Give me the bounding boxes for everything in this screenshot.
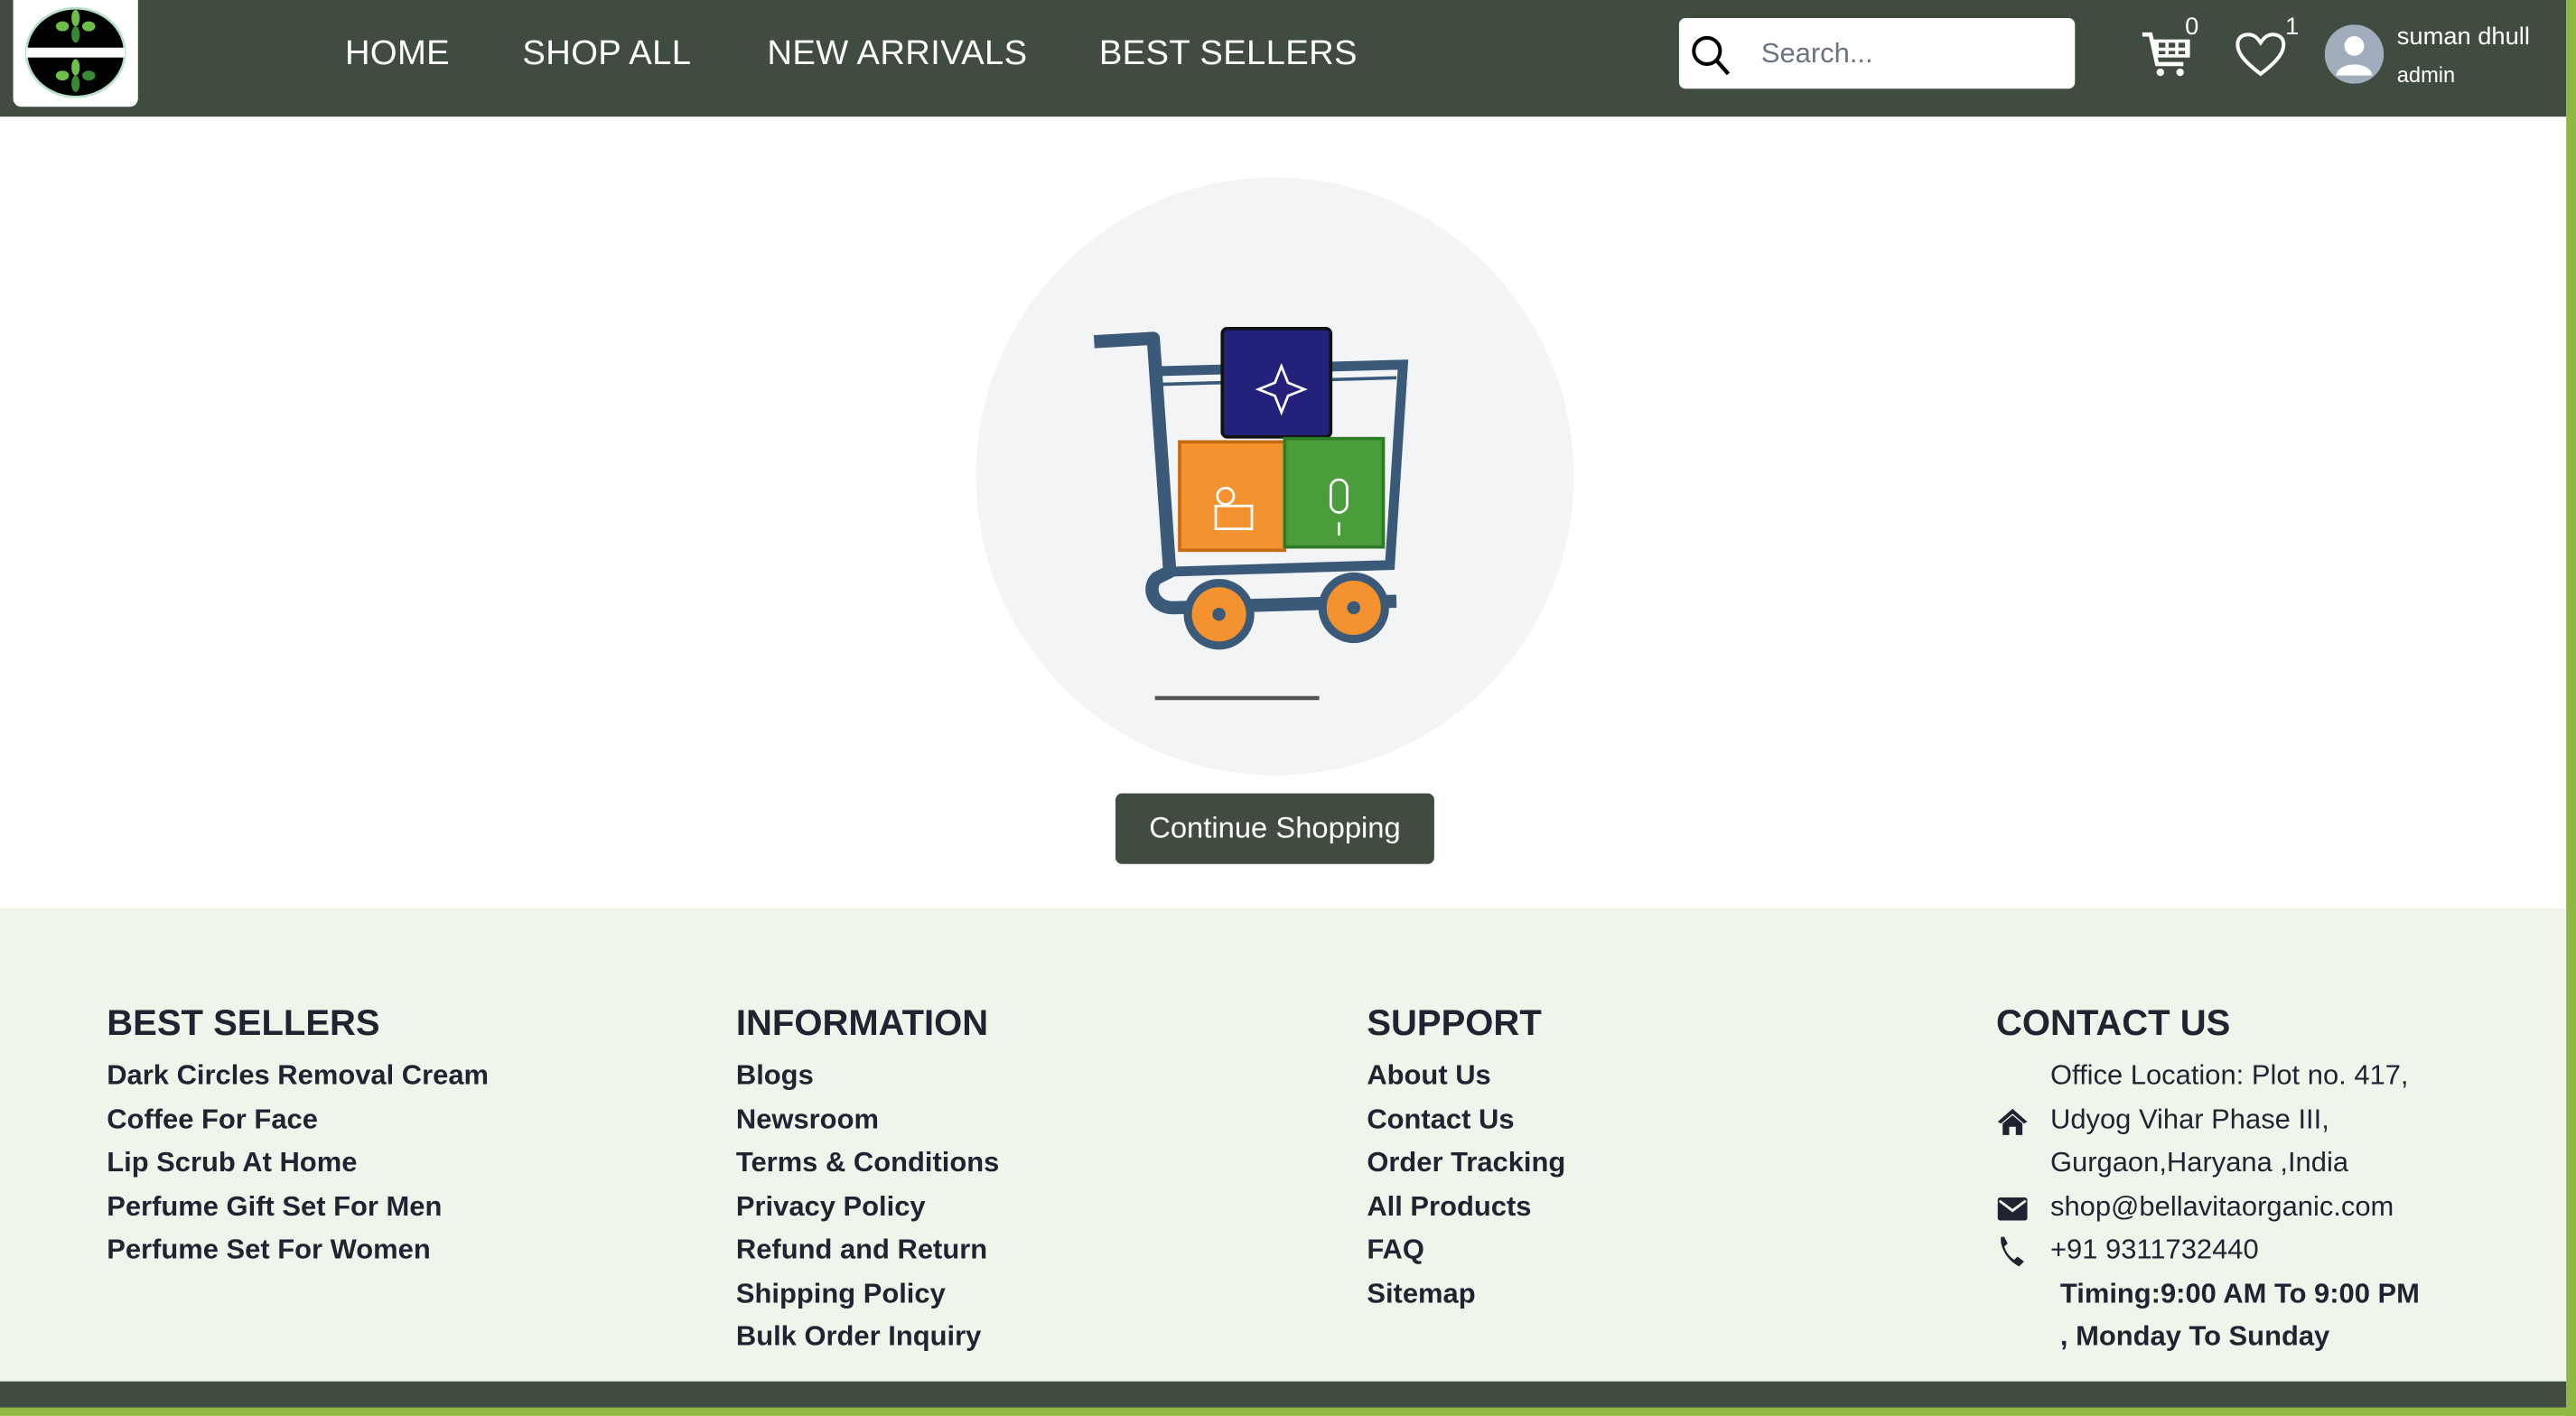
footer-heading: CONTACT US <box>1995 1001 2231 1044</box>
mail-icon <box>1997 1197 2028 1220</box>
user-role: admin <box>2396 62 2456 88</box>
empty-cart-illustration <box>975 177 1574 776</box>
footer-link[interactable]: Terms & Conditions <box>736 1141 999 1185</box>
phone-icon <box>2001 1236 2024 1267</box>
heart-icon[interactable] <box>2235 32 2287 78</box>
timing-line: , Monday To Sunday <box>2059 1320 2330 1352</box>
search-icon[interactable] <box>1691 34 1733 77</box>
footer-link[interactable]: Order Tracking <box>1367 1141 1565 1185</box>
footer-link[interactable]: FAQ <box>1367 1229 1565 1272</box>
footer-bottom-bar <box>0 1381 2567 1408</box>
footer-link[interactable]: Coffee For Face <box>107 1098 489 1141</box>
phone-line[interactable]: +91 9311732440 <box>1996 1229 2420 1272</box>
home-icon <box>1997 1107 2028 1134</box>
footer-information: INFORMATION Blogs Newsroom Terms & Condi… <box>736 1002 999 1360</box>
user-name[interactable]: suman dhull <box>2397 23 2530 51</box>
footer-support: SUPPORT About Us Contact Us Order Tracki… <box>1367 1002 1565 1316</box>
footer-heading: INFORMATION <box>735 1001 989 1044</box>
logo[interactable] <box>13 0 138 107</box>
footer-link[interactable]: Contact Us <box>1367 1098 1565 1141</box>
email-line[interactable]: shop@bellavitaorganic.com <box>1996 1185 2420 1228</box>
footer-heading: BEST SELLERS <box>107 1001 380 1044</box>
footer-link[interactable]: Lip Scrub At Home <box>107 1141 489 1185</box>
search-box <box>1678 18 2076 89</box>
address-line: Gurgaon,Haryana ,India <box>2049 1146 2349 1178</box>
accent-bar <box>0 1407 2576 1416</box>
scrollbar[interactable] <box>2566 0 2576 1416</box>
footer-link[interactable]: Blogs <box>736 1055 999 1098</box>
footer-best-sellers: BEST SELLERS Dark Circles Removal Cream … <box>107 1002 489 1272</box>
header: HOME SHOP ALL NEW ARRIVALS BEST SELLERS … <box>0 0 2567 117</box>
nav-new-arrivals[interactable]: NEW ARRIVALS <box>767 34 1027 74</box>
footer-link[interactable]: Refund and Return <box>736 1229 999 1272</box>
footer-heading: SUPPORT <box>1367 1001 1542 1044</box>
footer-link[interactable]: Bulk Order Inquiry <box>736 1316 999 1359</box>
address-line: Office Location: Plot no. 417, <box>2049 1059 2409 1091</box>
nav-best-sellers[interactable]: BEST SELLERS <box>1099 34 1358 74</box>
address-line: Udyog Vihar Phase III, <box>1996 1098 2420 1141</box>
footer-contact: CONTACT US Office Location: Plot no. 417… <box>1996 1002 2420 1360</box>
wishlist-count-badge: 1 <box>2285 13 2300 42</box>
search-input[interactable] <box>1758 31 2060 78</box>
nav-home[interactable]: HOME <box>345 34 450 74</box>
footer-link[interactable]: Perfume Set For Women <box>107 1229 489 1272</box>
footer-link[interactable]: Perfume Gift Set For Men <box>107 1185 489 1228</box>
continue-shopping-button[interactable]: Continue Shopping <box>1115 793 1434 864</box>
nav-shop-all[interactable]: SHOP ALL <box>522 34 691 74</box>
footer-link[interactable]: Newsroom <box>736 1098 999 1141</box>
footer-link[interactable]: Shipping Policy <box>736 1272 999 1316</box>
avatar-icon[interactable] <box>2324 24 2385 84</box>
footer-link[interactable]: Dark Circles Removal Cream <box>107 1055 489 1098</box>
timing-line: Timing:9:00 AM To 9:00 PM <box>2059 1277 2420 1309</box>
cart-count-badge: 0 <box>2185 13 2199 42</box>
footer-link[interactable]: All Products <box>1367 1185 1565 1228</box>
footer-link[interactable]: Privacy Policy <box>736 1185 999 1228</box>
footer: BEST SELLERS Dark Circles Removal Cream … <box>0 908 2567 1382</box>
footer-link[interactable]: Sitemap <box>1367 1272 1565 1316</box>
footer-link[interactable]: About Us <box>1367 1055 1565 1098</box>
